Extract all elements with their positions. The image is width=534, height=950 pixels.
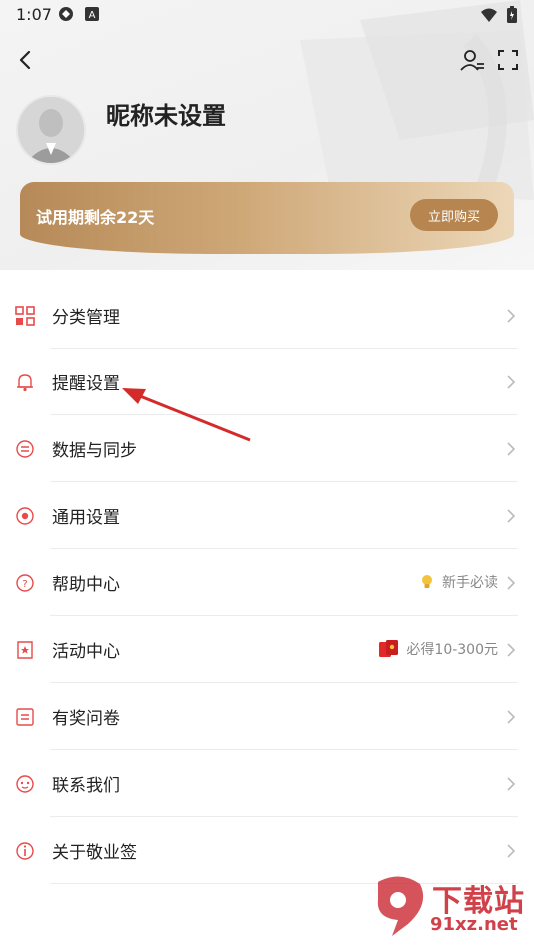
menu-item-reminder[interactable]: 提醒设置 bbox=[0, 349, 534, 415]
trial-banner[interactable]: 试用期剩余22天 立即购买 bbox=[20, 182, 514, 254]
menu-item-label: 分类管理 bbox=[52, 308, 120, 328]
watermark-url: 91xz.net bbox=[430, 914, 518, 935]
chevron-right-icon bbox=[507, 710, 516, 724]
top-bar bbox=[0, 40, 534, 80]
divider bbox=[50, 481, 518, 482]
menu-item-extra-text: 新手必读 bbox=[442, 575, 498, 591]
menu-item-extra: 新手必读 bbox=[418, 572, 498, 592]
menu-item-label: 活动中心 bbox=[52, 642, 120, 662]
menu-item-label: 通用设置 bbox=[52, 508, 120, 528]
menu-item-label: 帮助中心 bbox=[52, 575, 120, 595]
menu-item-survey[interactable]: 有奖问卷 bbox=[0, 684, 534, 750]
svg-text:A: A bbox=[89, 10, 96, 21]
chevron-right-icon bbox=[507, 442, 516, 456]
status-right-icons bbox=[480, 6, 518, 24]
chevron-right-icon bbox=[507, 576, 516, 590]
info-icon bbox=[16, 842, 34, 860]
back-button[interactable] bbox=[12, 46, 40, 74]
menu-item-extra: 必得10-300元 bbox=[378, 639, 498, 659]
avatar-placeholder-icon bbox=[18, 97, 84, 163]
chevron-right-icon bbox=[507, 777, 516, 791]
menu-item-help[interactable]: ? 帮助中心 新手必读 bbox=[0, 550, 534, 616]
sync-icon bbox=[16, 440, 34, 458]
fullscreen-button[interactable] bbox=[494, 46, 522, 74]
chevron-right-icon bbox=[507, 844, 516, 858]
divider bbox=[50, 548, 518, 549]
shield-icon bbox=[59, 7, 73, 21]
status-bar: 1:07 A bbox=[0, 0, 534, 30]
menu-item-label: 数据与同步 bbox=[52, 441, 137, 461]
menu-item-extra-text: 必得10-300元 bbox=[406, 642, 498, 658]
contact-icon bbox=[16, 775, 34, 793]
trial-text: 试用期剩余22天 bbox=[36, 208, 155, 227]
fullscreen-icon bbox=[498, 50, 518, 70]
menu-item-label: 有奖问卷 bbox=[52, 709, 120, 729]
divider bbox=[50, 816, 518, 817]
user-edit-icon bbox=[460, 50, 484, 71]
divider bbox=[50, 414, 518, 415]
status-time: 1:07 bbox=[16, 5, 52, 24]
status-left-icons: A bbox=[58, 6, 100, 22]
bell-icon bbox=[17, 374, 33, 392]
menu-item-contact[interactable]: 联系我们 bbox=[0, 751, 534, 817]
menu-item-general-settings[interactable]: 通用设置 bbox=[0, 483, 534, 549]
menu-item-label: 关于敬业签 bbox=[52, 843, 137, 863]
chevron-right-icon bbox=[507, 643, 516, 657]
red-envelope-icon bbox=[379, 640, 399, 657]
profile-edit-button[interactable] bbox=[458, 46, 486, 74]
lightbulb-icon bbox=[422, 575, 432, 588]
menu-list: 分类管理 提醒设置 数据与同步 通用设置 ? 帮助中心 新手必读 活动中心 必得… bbox=[0, 270, 534, 950]
divider bbox=[50, 615, 518, 616]
category-icon bbox=[15, 306, 35, 326]
divider bbox=[50, 682, 518, 683]
menu-item-label: 提醒设置 bbox=[52, 374, 120, 394]
settings-icon bbox=[16, 507, 34, 525]
chevron-right-icon bbox=[507, 309, 516, 323]
watermark-logo-icon bbox=[377, 876, 424, 936]
watermark: 下载站 91xz.net bbox=[368, 874, 528, 944]
svg-text:?: ? bbox=[22, 579, 27, 590]
chevron-right-icon bbox=[507, 509, 516, 523]
menu-item-events[interactable]: 活动中心 必得10-300元 bbox=[0, 617, 534, 683]
event-icon bbox=[17, 641, 33, 659]
chevron-right-icon bbox=[507, 375, 516, 389]
menu-item-label: 联系我们 bbox=[52, 776, 120, 796]
battery-icon bbox=[507, 6, 517, 23]
wifi-icon bbox=[481, 8, 497, 22]
menu-item-sync[interactable]: 数据与同步 bbox=[0, 416, 534, 482]
a-badge-icon: A bbox=[85, 7, 99, 21]
help-icon: ? bbox=[16, 574, 34, 592]
nickname[interactable]: 昵称未设置 bbox=[106, 96, 226, 131]
divider bbox=[50, 749, 518, 750]
avatar[interactable] bbox=[16, 95, 86, 165]
survey-icon bbox=[16, 708, 34, 726]
buy-now-button[interactable]: 立即购买 bbox=[410, 199, 498, 231]
chevron-left-icon bbox=[19, 50, 31, 70]
menu-item-category[interactable]: 分类管理 bbox=[0, 283, 534, 349]
